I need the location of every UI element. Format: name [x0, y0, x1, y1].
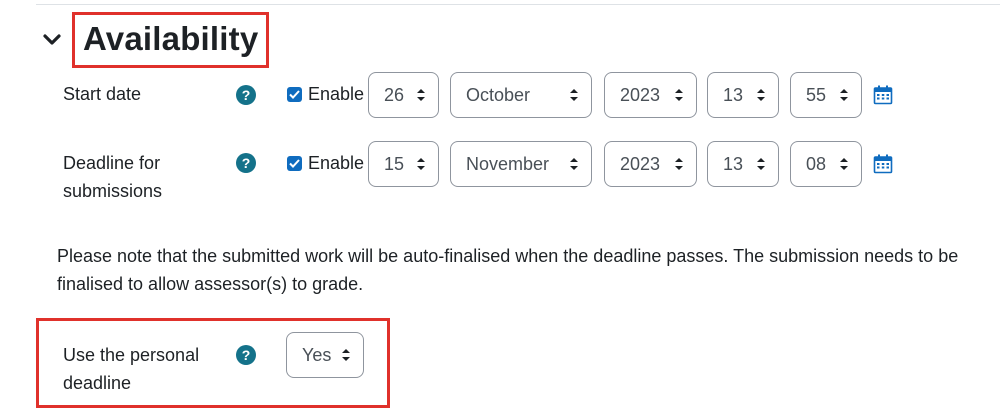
question-circle-icon[interactable]: ?	[236, 153, 256, 173]
question-circle-icon[interactable]: ?	[236, 345, 256, 365]
personal-deadline-select[interactable]: Yes	[286, 332, 364, 378]
sort-arrows-icon	[675, 158, 683, 170]
start-date-hour-select[interactable]: 13	[707, 72, 779, 118]
deadline-hour-select[interactable]: 13	[707, 141, 779, 187]
checkmark-icon	[289, 90, 300, 99]
sort-arrows-icon	[570, 158, 578, 170]
sort-arrows-icon	[840, 89, 848, 101]
section-header: Availability	[40, 12, 270, 68]
sort-arrows-icon	[570, 89, 578, 101]
deadline-enable[interactable]: Enable	[287, 153, 364, 174]
calendar-icon[interactable]	[873, 154, 893, 174]
sort-arrows-icon	[417, 89, 425, 101]
start-date-month-value: October	[466, 84, 531, 105]
sort-arrows-icon	[757, 89, 765, 101]
chevron-down-icon[interactable]	[40, 28, 64, 52]
deadline-year-select[interactable]: 2023	[604, 141, 697, 187]
deadline-minute-value: 08	[806, 153, 827, 174]
sort-arrows-icon	[675, 89, 683, 101]
personal-deadline-value: Yes	[302, 344, 332, 365]
start-date-enable[interactable]: Enable	[287, 84, 364, 105]
start-date-day-value: 26	[384, 84, 405, 105]
start-date-enable-label: Enable	[308, 84, 365, 104]
sort-arrows-icon	[757, 158, 765, 170]
calendar-icon[interactable]	[873, 85, 893, 105]
start-date-month-select[interactable]: October	[450, 72, 592, 118]
checkmark-icon	[289, 159, 300, 168]
personal-deadline-label-line2: deadline	[63, 373, 132, 393]
personal-deadline-label-line1: Use the personal	[63, 345, 200, 365]
start-date-year-select[interactable]: 2023	[604, 72, 697, 118]
deadline-label-line2: submissions	[63, 181, 163, 201]
deadline-hour-value: 13	[723, 153, 744, 174]
deadline-enable-checkbox[interactable]	[287, 156, 302, 171]
section-title: Availability	[83, 20, 259, 57]
sort-arrows-icon	[342, 349, 350, 361]
sort-arrows-icon	[417, 158, 425, 170]
deadline-label: Deadline for submissions	[63, 149, 162, 205]
deadline-minute-select[interactable]: 08	[790, 141, 862, 187]
sort-arrows-icon	[840, 158, 848, 170]
deadline-enable-label: Enable	[308, 153, 365, 173]
deadline-label-line1: Deadline for	[63, 153, 161, 173]
deadline-month-select[interactable]: November	[450, 141, 592, 187]
deadline-note: Please note that the submitted work will…	[57, 246, 959, 294]
start-date-enable-checkbox[interactable]	[287, 87, 302, 102]
start-date-year-value: 2023	[620, 84, 661, 105]
start-date-hour-value: 13	[723, 84, 744, 105]
deadline-day-select[interactable]: 15	[368, 141, 439, 187]
title-highlight-box: Availability	[72, 12, 270, 68]
question-circle-icon[interactable]: ?	[236, 85, 256, 105]
deadline-month-value: November	[466, 153, 550, 174]
deadline-year-value: 2023	[620, 153, 661, 174]
start-date-label: Start date	[63, 84, 142, 104]
deadline-day-value: 15	[384, 153, 405, 174]
start-date-minute-select[interactable]: 55	[790, 72, 862, 118]
personal-deadline-label: Use the personal deadline	[63, 341, 199, 397]
top-divider	[36, 4, 1000, 5]
start-date-minute-value: 55	[806, 84, 827, 105]
start-date-day-select[interactable]: 26	[368, 72, 439, 118]
